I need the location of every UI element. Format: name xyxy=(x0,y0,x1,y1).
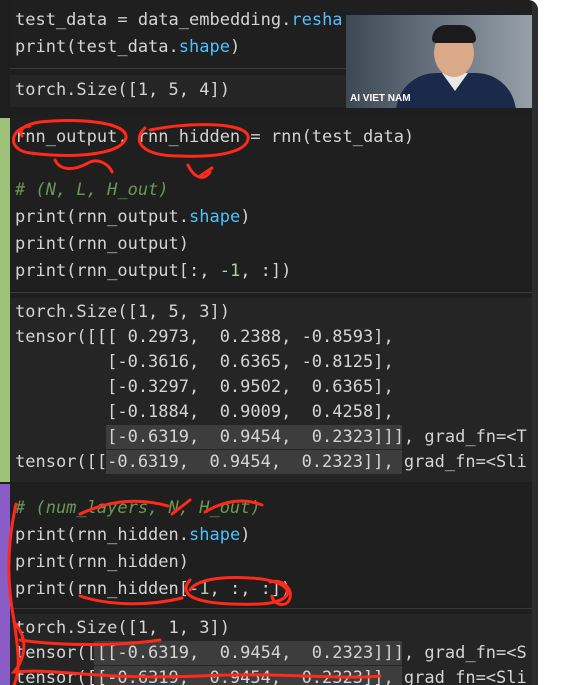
underline-rnn-hidden xyxy=(78,594,184,606)
circle-rnn-hidden xyxy=(137,123,250,158)
circle-rnn-output xyxy=(12,119,128,157)
strike-n xyxy=(170,498,192,516)
strike-h-out xyxy=(203,499,264,514)
tick-output xyxy=(53,158,114,174)
strike-num-layers xyxy=(78,499,170,516)
left-bracket xyxy=(7,502,20,685)
red-annotations xyxy=(7,119,382,685)
scrollbar[interactable] xyxy=(532,0,538,685)
output-scribble xyxy=(10,620,382,679)
torch-underline xyxy=(18,638,162,646)
notebook-frame: test_data = data_embedding.resha print(t… xyxy=(0,0,538,685)
underline-mark xyxy=(186,163,214,179)
